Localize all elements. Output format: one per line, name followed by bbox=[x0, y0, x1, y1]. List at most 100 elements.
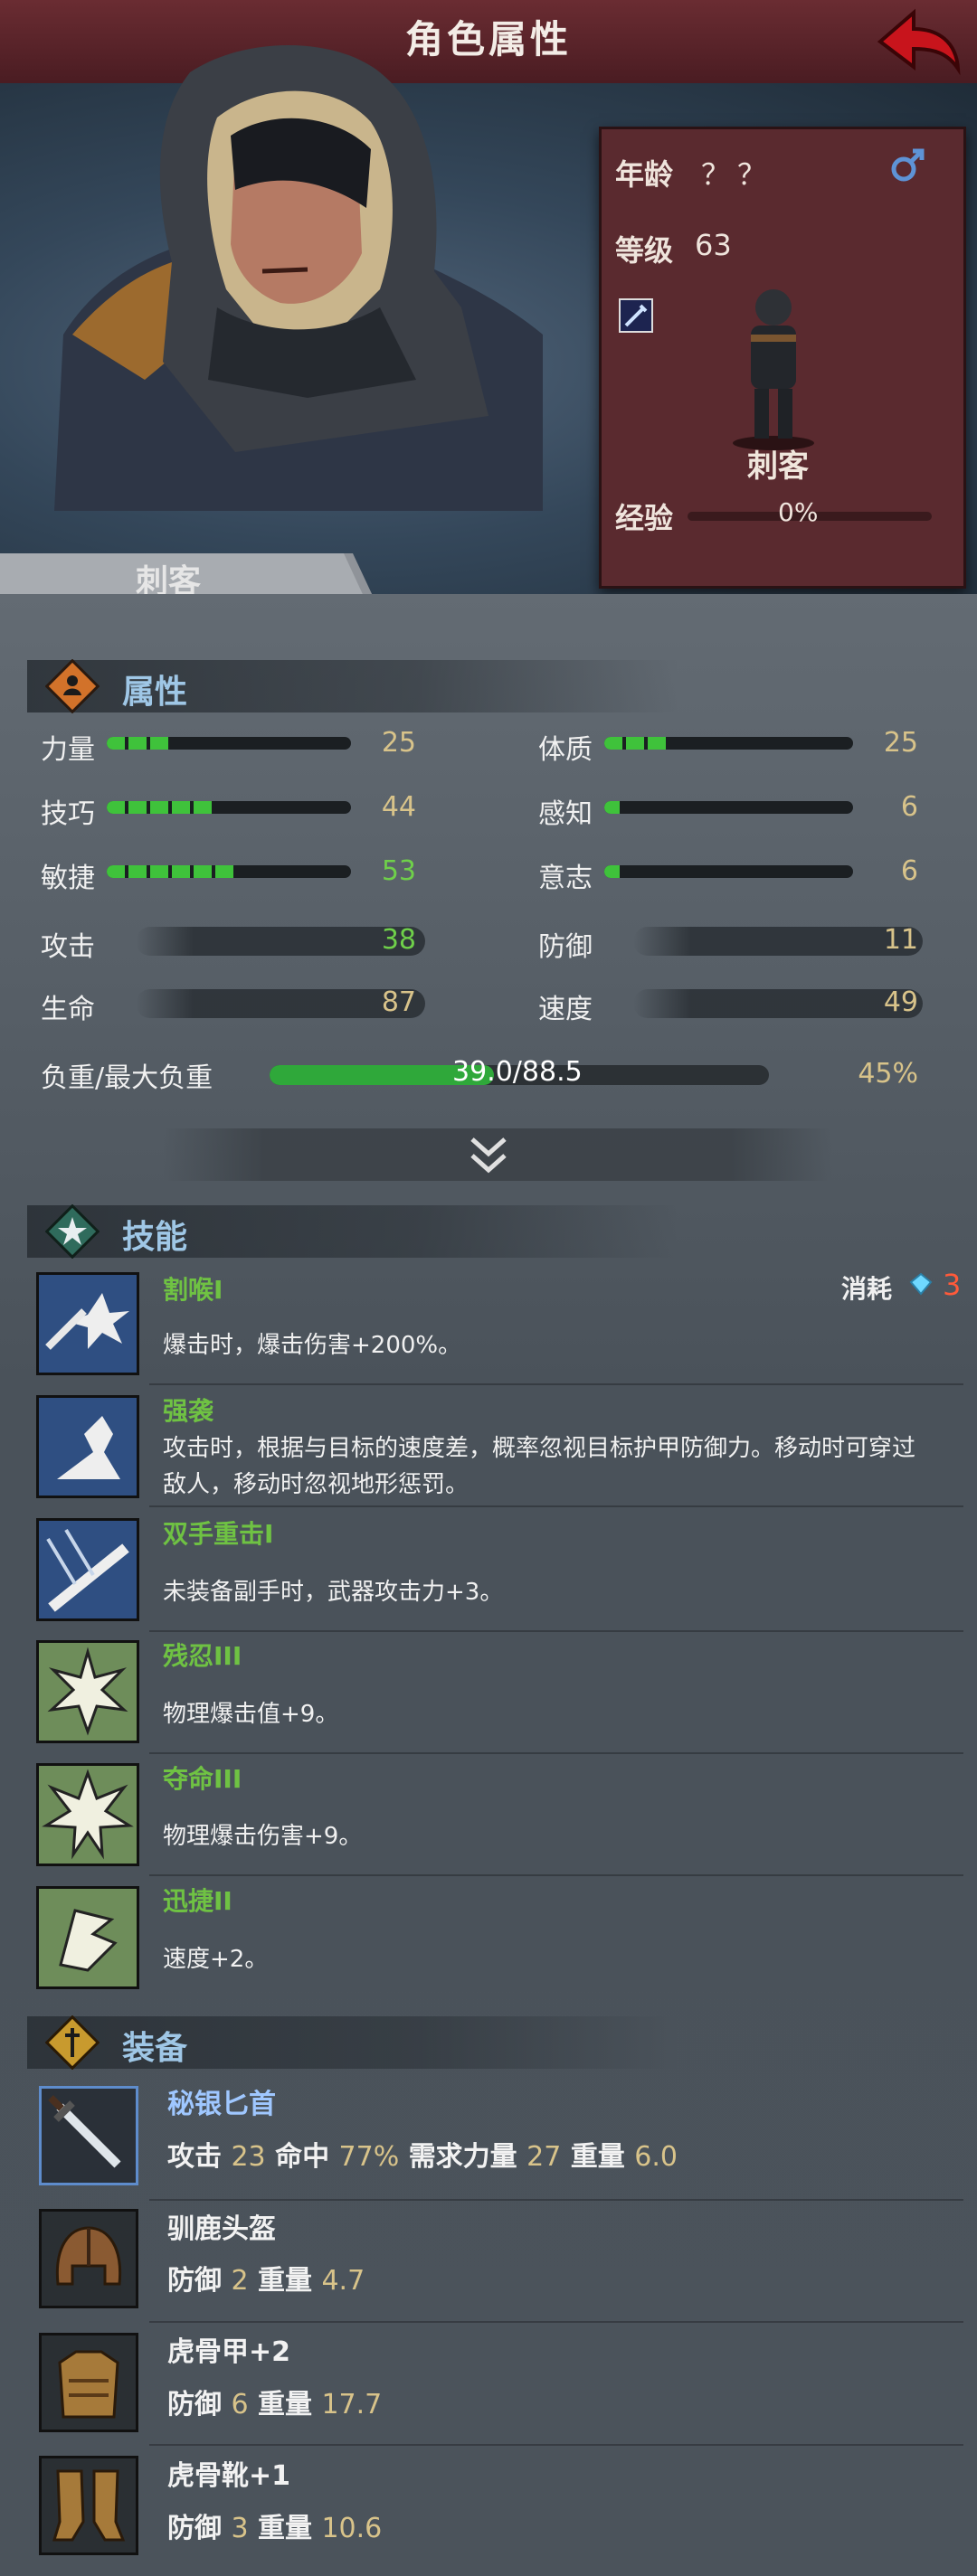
skill-description: 爆击时，爆击伤害+200%。 bbox=[163, 1332, 462, 1359]
stat-bar bbox=[107, 737, 351, 750]
stat-label: 重量 bbox=[570, 2141, 625, 2173]
stat-bar bbox=[604, 737, 853, 750]
separator bbox=[149, 1505, 963, 1507]
exp-value: 0% bbox=[778, 497, 819, 527]
gem-icon bbox=[909, 1272, 933, 1296]
tiger-bone-boots-icon[interactable] bbox=[39, 2456, 138, 2555]
weight-label: 负重/最大负重 bbox=[41, 1062, 213, 1094]
character-portrait bbox=[54, 45, 543, 511]
skill-description: 物理爆击伤害+9。 bbox=[163, 1823, 363, 1850]
stat-bar bbox=[107, 865, 351, 878]
stat-bar bbox=[604, 801, 853, 814]
stat-value: 3 bbox=[231, 2513, 249, 2544]
mithril-dagger-icon[interactable] bbox=[39, 2086, 138, 2185]
stat-value: 53 bbox=[381, 855, 416, 887]
stat-label: 攻击 bbox=[41, 931, 95, 963]
equipment-stats: 防御 6 重量 17.7 bbox=[167, 2382, 382, 2421]
stat-value: 6 bbox=[231, 2389, 249, 2420]
level-label: 等级 bbox=[615, 233, 674, 268]
stat-label: 命中 bbox=[275, 2141, 330, 2173]
equipment-stats: 防御 3 重量 10.6 bbox=[167, 2505, 382, 2545]
stat-value: 25 bbox=[381, 727, 416, 759]
equipment-name: 秘银匕首 bbox=[167, 2089, 276, 2120]
age-value: ？？ bbox=[701, 157, 774, 192]
stat-label: 体质 bbox=[538, 734, 593, 766]
swift-skill-icon[interactable] bbox=[36, 1886, 139, 1989]
equipment-icon bbox=[45, 2015, 100, 2070]
equipment-stats: 攻击 23 命中 77% 需求力量 27 重量 6.0 bbox=[167, 2134, 678, 2174]
separator bbox=[149, 2321, 963, 2323]
stat-value: 6 bbox=[900, 855, 918, 887]
exp-label: 经验 bbox=[615, 501, 674, 535]
equipment-stats: 防御 2 重量 4.7 bbox=[167, 2258, 365, 2298]
card-class-name: 刺客 bbox=[747, 448, 809, 485]
stat-label: 需求力量 bbox=[408, 2141, 517, 2173]
separator bbox=[149, 2199, 963, 2201]
skill-description: 速度+2。 bbox=[163, 1946, 269, 1973]
separator bbox=[149, 1874, 963, 1876]
stat-label: 防御 bbox=[167, 2265, 222, 2297]
stat-value: 49 bbox=[883, 986, 918, 1018]
skill-name: 夺命III bbox=[163, 1764, 242, 1794]
skill-description: 攻击时，根据与目标的速度差，概率忽视目标护甲防御力。移动时可穿过敌人，移动时忽视… bbox=[163, 1435, 916, 1498]
weight-percent: 45% bbox=[858, 1058, 918, 1090]
stat-value: 4.7 bbox=[321, 2265, 365, 2297]
dagger-type-icon bbox=[619, 298, 653, 333]
stat-value: 17.7 bbox=[321, 2389, 383, 2420]
stat-value: 44 bbox=[381, 791, 416, 823]
stat-label: 感知 bbox=[538, 798, 593, 830]
stat-label: 防御 bbox=[167, 2389, 222, 2420]
stat-value: 27 bbox=[526, 2141, 562, 2173]
two-handed-strike-skill-icon[interactable] bbox=[36, 1518, 139, 1621]
equipment-name: 虎骨甲+2 bbox=[167, 2336, 291, 2368]
stat-label: 速度 bbox=[538, 994, 593, 1025]
male-gender-icon bbox=[891, 148, 925, 182]
equipment-name: 虎骨靴+1 bbox=[167, 2460, 291, 2492]
stat-value: 2 bbox=[231, 2265, 249, 2297]
skill-name: 双手重击I bbox=[163, 1519, 274, 1549]
cruelty-skill-icon[interactable] bbox=[36, 1640, 139, 1743]
separator bbox=[149, 1383, 963, 1385]
equipment-title: 装备 bbox=[122, 2030, 188, 2067]
separator bbox=[149, 1752, 963, 1754]
tiger-bone-armor-icon[interactable] bbox=[39, 2333, 138, 2432]
stat-value: 38 bbox=[381, 924, 416, 956]
stat-label: 防御 bbox=[538, 931, 593, 963]
stat-label: 生命 bbox=[41, 994, 95, 1025]
skill-name: 迅捷II bbox=[163, 1886, 232, 1916]
skill-description: 物理爆击值+9。 bbox=[163, 1701, 339, 1728]
stat-value: 6 bbox=[900, 791, 918, 823]
skills-icon bbox=[45, 1204, 100, 1259]
level-value: 63 bbox=[695, 228, 732, 262]
reindeer-helmet-icon[interactable] bbox=[39, 2209, 138, 2308]
assault-skill-icon[interactable] bbox=[36, 1395, 139, 1498]
stat-label: 重量 bbox=[258, 2389, 312, 2420]
stat-value: 25 bbox=[883, 727, 918, 759]
stat-value: 87 bbox=[381, 986, 416, 1018]
skill-description: 未装备副手时，武器攻击力+3。 bbox=[163, 1579, 504, 1606]
stat-value: 11 bbox=[883, 924, 918, 956]
stat-value: 23 bbox=[231, 2141, 266, 2173]
stat-label: 技巧 bbox=[41, 798, 95, 830]
skill-name: 割喉I bbox=[163, 1275, 223, 1305]
stat-label: 重量 bbox=[258, 2265, 312, 2297]
stat-value: 77% bbox=[338, 2141, 400, 2173]
character-figure bbox=[733, 289, 814, 450]
stat-label: 攻击 bbox=[167, 2141, 222, 2173]
stat-value: 10.6 bbox=[321, 2513, 383, 2544]
separator bbox=[149, 2444, 963, 2446]
cost-label: 消耗 bbox=[841, 1274, 893, 1304]
skill-name: 强袭 bbox=[163, 1396, 214, 1426]
back-arrow-icon[interactable] bbox=[873, 5, 963, 78]
deadly-skill-icon[interactable] bbox=[36, 1763, 139, 1866]
chevron-down-icon[interactable] bbox=[461, 1132, 516, 1177]
age-label: 年龄 bbox=[615, 157, 674, 192]
attributes-icon bbox=[45, 659, 100, 713]
equipment-name: 驯鹿头盔 bbox=[167, 2213, 276, 2245]
stat-label: 重量 bbox=[258, 2513, 312, 2544]
stat-bar bbox=[604, 865, 853, 878]
slit-throat-skill-icon[interactable] bbox=[36, 1272, 139, 1375]
stat-value: 6.0 bbox=[634, 2141, 678, 2173]
stat-label: 敏捷 bbox=[41, 863, 95, 894]
separator bbox=[149, 1630, 963, 1632]
